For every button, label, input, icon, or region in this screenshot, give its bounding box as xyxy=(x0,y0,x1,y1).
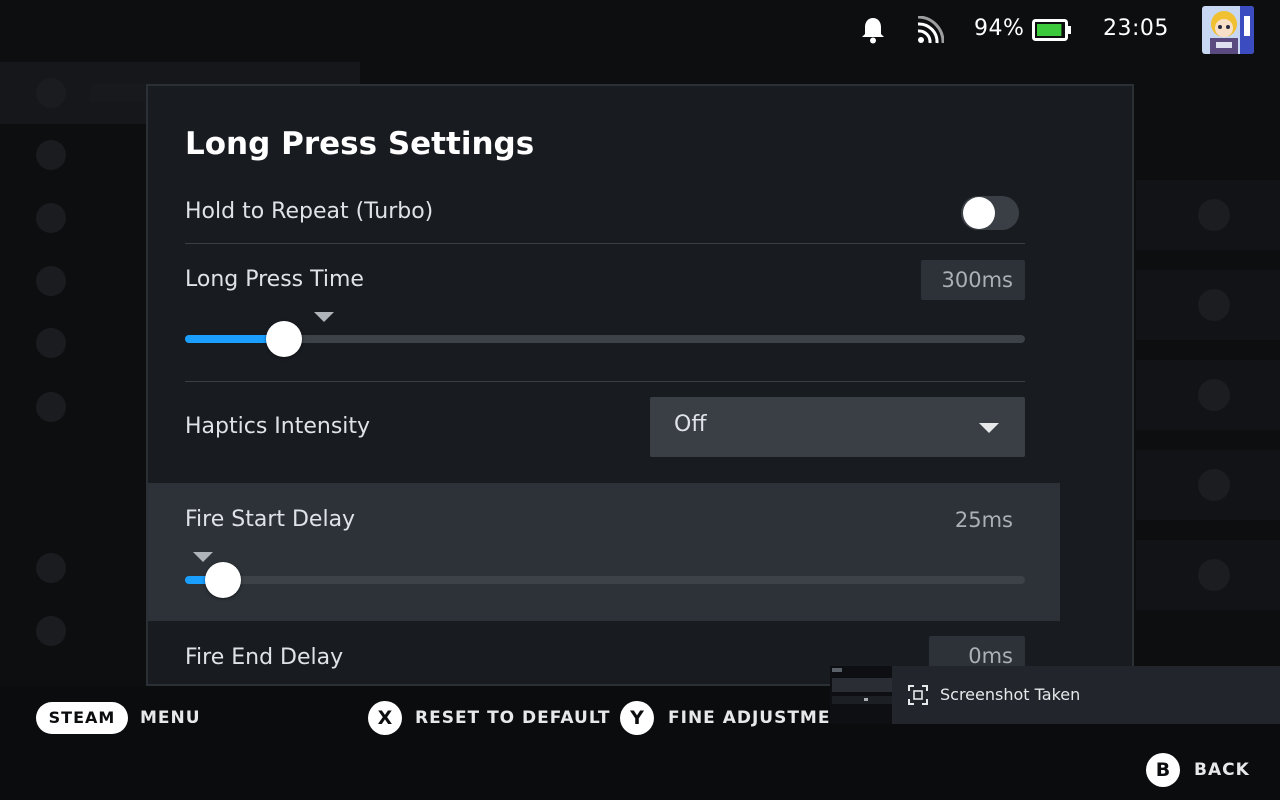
bg-gear-icon xyxy=(1198,289,1230,321)
default-marker-icon xyxy=(193,552,214,562)
fire-start-delay-label: Fire Start Delay xyxy=(185,507,356,532)
long-press-settings-dialog: Long Press Settings Hold to Repeat (Turb… xyxy=(146,84,1134,686)
avatar[interactable] xyxy=(1202,6,1254,54)
bg-sidebar-icon xyxy=(36,553,66,583)
slider-thumb[interactable] xyxy=(204,562,241,598)
hold-to-repeat-label: Hold to Repeat (Turbo) xyxy=(185,199,434,224)
chevron-down-icon xyxy=(979,423,999,433)
screenshot-thumbnail xyxy=(830,666,892,724)
long-press-time-slider[interactable] xyxy=(185,321,1025,357)
battery-icon xyxy=(1032,19,1071,41)
bg-gear-icon xyxy=(1198,559,1230,591)
bg-sidebar-icon xyxy=(36,203,66,233)
bg-gear-icon xyxy=(1198,379,1230,411)
clock: 23:05 xyxy=(1103,16,1169,41)
bg-sidebar-icon xyxy=(36,392,66,422)
y-button[interactable]: Y xyxy=(620,701,654,735)
haptics-intensity-label: Haptics Intensity xyxy=(185,414,371,439)
battery-percent: 94% xyxy=(974,16,1025,41)
bg-sidebar-icon xyxy=(36,328,66,358)
bg-sidebar-icon xyxy=(36,266,66,296)
screenshot-toast[interactable]: Screenshot Taken xyxy=(830,666,1280,724)
dropdown-selected-value: Off xyxy=(674,412,707,437)
default-marker-icon xyxy=(313,312,334,322)
bg-sidebar-icon xyxy=(36,140,66,170)
toast-message: Screenshot Taken xyxy=(940,685,1081,704)
hold-to-repeat-toggle[interactable] xyxy=(961,196,1019,230)
bell-icon[interactable] xyxy=(860,16,886,44)
fire-start-delay-slider[interactable] xyxy=(185,562,1025,598)
b-button[interactable]: B xyxy=(1146,753,1180,787)
status-bar: 94% 23:05 xyxy=(0,0,1280,60)
bg-gear-icon xyxy=(1198,469,1230,501)
back-label: BACK xyxy=(1194,760,1250,780)
bg-sidebar-text xyxy=(90,84,150,102)
haptics-intensity-dropdown[interactable]: Off xyxy=(650,397,1025,457)
screenshot-icon xyxy=(908,685,928,705)
reset-to-default-label: RESET TO DEFAULT xyxy=(415,708,611,728)
wifi-icon xyxy=(917,16,944,44)
divider xyxy=(185,381,1025,382)
steam-button[interactable]: STEAM xyxy=(36,702,128,734)
menu-label: MENU xyxy=(140,708,201,728)
dialog-title: Long Press Settings xyxy=(185,126,535,162)
fire-end-delay-label: Fire End Delay xyxy=(185,645,344,670)
fine-adjustment-label: FINE ADJUSTMEN xyxy=(668,708,846,728)
toggle-knob xyxy=(963,197,995,229)
bg-sidebar-icon xyxy=(36,616,66,646)
x-button[interactable]: X xyxy=(368,701,402,735)
focused-row-highlight xyxy=(148,483,1060,621)
long-press-time-label: Long Press Time xyxy=(185,267,364,292)
bg-sidebar-icon xyxy=(36,78,66,108)
fire-start-delay-value: 25ms xyxy=(929,500,1025,540)
bg-gear-icon xyxy=(1198,199,1230,231)
long-press-time-value: 300ms xyxy=(921,260,1025,300)
divider xyxy=(185,243,1025,244)
slider-thumb[interactable] xyxy=(266,321,303,357)
